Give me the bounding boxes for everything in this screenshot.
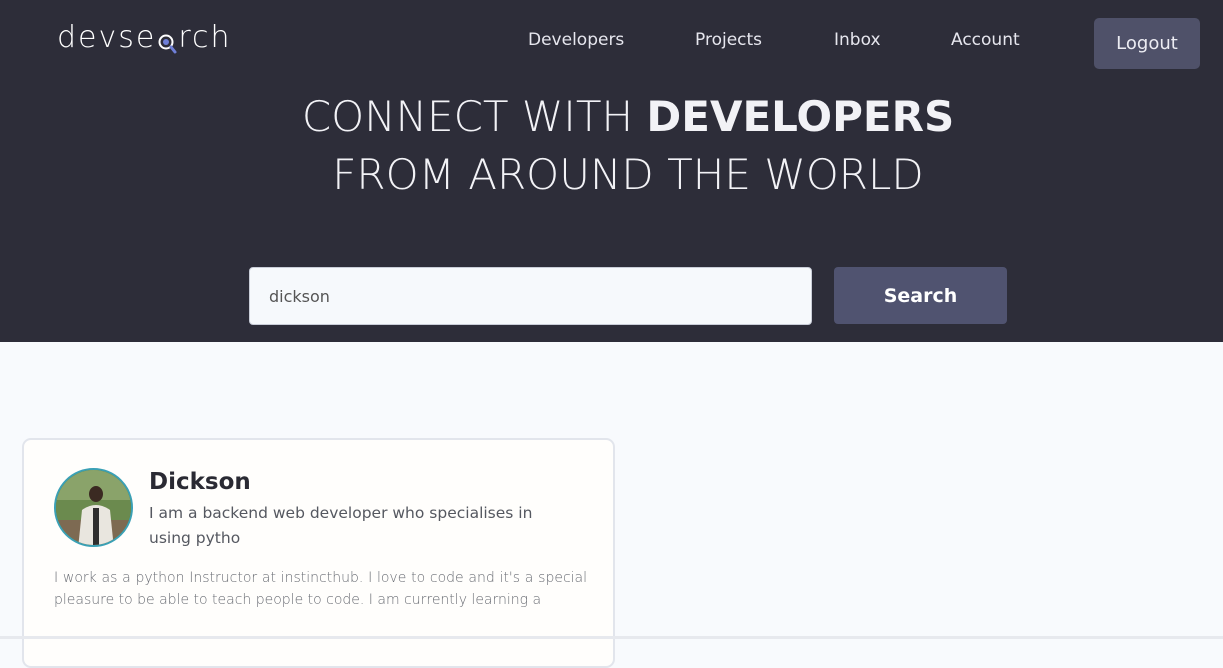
logo-text-start: devse bbox=[57, 20, 157, 55]
hero-line-2: FROM AROUND THE WORLD bbox=[332, 150, 924, 199]
top-banner: devse rch Developers Projects Inbox Accou… bbox=[0, 0, 1223, 342]
developer-headline: I am a backend web developer who special… bbox=[149, 504, 533, 547]
logout-button[interactable]: Logout bbox=[1094, 18, 1200, 69]
hero-line-1-light: CONNECT WITH bbox=[301, 92, 647, 141]
nav-inbox[interactable]: Inbox bbox=[834, 30, 881, 50]
nav-account[interactable]: Account bbox=[951, 30, 1020, 50]
search-input[interactable] bbox=[249, 267, 812, 325]
developer-bio: I work as a python Instructor at instinc… bbox=[54, 570, 587, 608]
nav-projects[interactable]: Projects bbox=[695, 30, 762, 50]
search-button[interactable]: Search bbox=[834, 267, 1007, 324]
nav-developers[interactable]: Developers bbox=[528, 30, 624, 50]
hero-heading: CONNECT WITH DEVELOPERS FROM AROUND THE … bbox=[0, 88, 1223, 204]
developer-card[interactable]: Dickson I am a backend web developer who… bbox=[22, 438, 615, 668]
logo-text-end: rch bbox=[178, 20, 232, 55]
developer-name[interactable]: Dickson bbox=[149, 469, 251, 495]
site-logo[interactable]: devse rch bbox=[57, 20, 232, 55]
hero-line-1-bold: DEVELOPERS bbox=[646, 92, 955, 141]
magnifier-icon bbox=[156, 23, 178, 53]
hero-line-1: CONNECT WITH DEVELOPERS bbox=[0, 88, 1223, 146]
avatar bbox=[54, 468, 133, 547]
